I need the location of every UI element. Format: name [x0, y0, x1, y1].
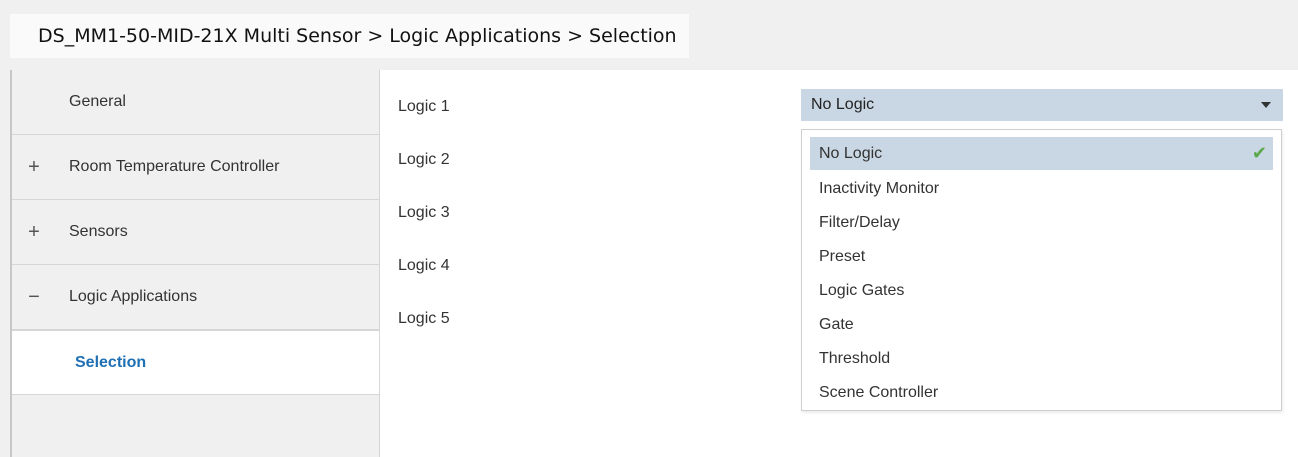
option-preset[interactable]: Preset [810, 240, 1273, 273]
sidebar-item-sensors[interactable]: + Sensors [12, 200, 379, 265]
sidebar-item-label: Selection [75, 354, 147, 371]
sidebar: General + Room Temperature Controller + … [12, 70, 380, 457]
breadcrumb: DS_MM1-50-MID-21X Multi Sensor > Logic A… [10, 14, 689, 58]
collapse-minus-icon[interactable]: − [24, 265, 44, 329]
logic-2-label: Logic 2 [398, 151, 450, 168]
sidebar-item-label: Room Temperature Controller [69, 158, 280, 175]
select-value: No Logic [811, 96, 875, 113]
sidebar-item-room-temperature-controller[interactable]: + Room Temperature Controller [12, 135, 379, 200]
option-logic-gates[interactable]: Logic Gates [810, 274, 1273, 307]
chevron-down-icon[interactable] [1261, 102, 1271, 108]
logic-1-dropdown-list: No Logic ✔ Inactivity Monitor Filter/Del… [801, 129, 1282, 411]
expand-plus-icon[interactable]: + [24, 135, 44, 199]
logic-3-label: Logic 3 [398, 204, 450, 221]
option-no-logic[interactable]: No Logic ✔ [810, 137, 1273, 170]
option-gate[interactable]: Gate [810, 308, 1273, 341]
sidebar-item-label: Sensors [69, 223, 128, 240]
logic-4-label: Logic 4 [398, 257, 450, 274]
header-bar: DS_MM1-50-MID-21X Multi Sensor > Logic A… [0, 0, 1298, 70]
option-filter-delay[interactable]: Filter/Delay [810, 206, 1273, 239]
expander-icon [24, 70, 44, 134]
checkmark-icon: ✔ [1251, 143, 1267, 163]
sidebar-item-label: General [69, 93, 126, 110]
logic-1-select[interactable]: No Logic [801, 89, 1283, 121]
expand-plus-icon[interactable]: + [24, 200, 44, 264]
sidebar-item-label: Logic Applications [69, 288, 198, 305]
option-scene-controller[interactable]: Scene Controller [810, 376, 1273, 409]
option-threshold[interactable]: Threshold [810, 342, 1273, 375]
logic-5-label: Logic 5 [398, 310, 450, 327]
logic-1-label: Logic 1 [398, 98, 450, 115]
sidebar-item-general[interactable]: General [12, 70, 379, 135]
sidebar-item-selection[interactable]: Selection [12, 330, 379, 395]
option-label: No Logic [819, 145, 883, 162]
sidebar-item-logic-applications[interactable]: − Logic Applications [12, 265, 379, 330]
option-inactivity-monitor[interactable]: Inactivity Monitor [810, 172, 1273, 205]
